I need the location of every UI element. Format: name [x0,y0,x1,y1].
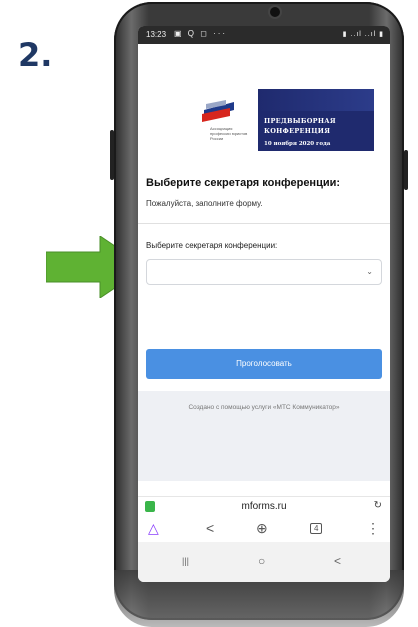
form-subtitle: Пожалуйста, заполните форму. [146,199,263,208]
add-tab-icon[interactable]: ⊕ [256,520,268,537]
association-logo-icon [202,100,234,122]
phone-screen: 13:23 ▣ Q ◻ ··· ▮ ..ıl ..ıl ▮ Ассоциация… [138,26,390,582]
tabs-count-icon[interactable]: 4 [310,523,323,534]
vote-button[interactable]: Проголосовать [146,349,382,379]
home-icon[interactable]: ○ [258,554,265,568]
url-bar[interactable]: mforms.ru ↻ [138,496,390,517]
volume-button [110,130,114,180]
banner-date: 10 ноября 2020 года [264,141,331,147]
secretary-select[interactable]: ⌄ [146,259,382,285]
step-number: 2. [18,36,53,74]
banner-line-1: ПРЕДВЫБОРНАЯ [264,117,336,125]
android-nav-bar: ||| ○ < [138,542,390,582]
power-button [404,150,408,190]
back-icon[interactable]: < [334,554,341,568]
reload-icon[interactable]: ↻ [374,500,382,511]
conference-banner: ПРЕДВЫБОРНАЯ КОНФЕРЕНЦИЯ 10 ноября 2020 … [258,89,374,155]
banner-line-2: КОНФЕРЕНЦИЯ [264,127,331,135]
form-area: Выберите секретаря конференции: Пожалуйс… [138,151,390,481]
notification-icons: ▣ Q ◻ ··· [174,29,228,38]
banner-stripe [258,89,374,111]
recents-icon[interactable]: ||| [182,556,189,566]
url-text[interactable]: mforms.ru [138,501,390,512]
alice-icon[interactable]: △ [148,520,159,537]
divider [138,223,390,224]
signal-icons: ▮ ..ıl ..ıl ▮ [342,31,384,38]
secretary-field-label: Выберите секретаря конференции: [146,241,278,250]
browser-toolbar: △ < ⊕ 4 ⋮ [138,516,390,542]
status-bar: 13:23 ▣ Q ◻ ··· ▮ ..ıl ..ıl ▮ [138,26,390,44]
chevron-down-icon: ⌄ [366,267,373,276]
footer-credit: Создано с помощью услуги «МТС Коммуникат… [188,404,340,411]
logo-text: Ассоциация профессии юристов России [210,126,248,141]
form-title: Выберите секретаря конференции: [146,177,341,189]
status-time: 13:23 [146,30,167,39]
menu-icon[interactable]: ⋮ [366,520,380,537]
front-camera-icon [268,5,282,19]
share-icon[interactable]: < [206,520,214,536]
